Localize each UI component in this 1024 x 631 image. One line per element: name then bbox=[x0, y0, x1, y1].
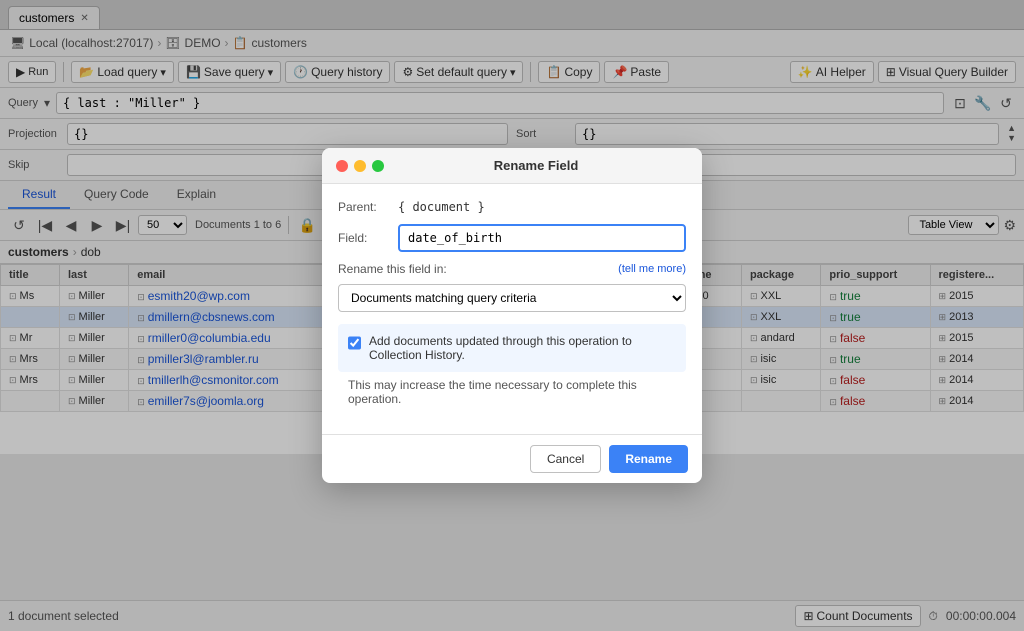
modal-titlebar: Rename Field bbox=[322, 148, 702, 184]
rename-dropdown-row: Documents matching query criteria All do… bbox=[338, 284, 686, 312]
field-row: Field: bbox=[338, 224, 686, 252]
modal-body: Parent: { document } Field: Rename this … bbox=[322, 184, 702, 434]
rename-in-dropdown[interactable]: Documents matching query criteria All do… bbox=[338, 284, 686, 312]
cancel-button[interactable]: Cancel bbox=[530, 445, 601, 473]
modal-overlay: Rename Field Parent: { document } Field:… bbox=[0, 0, 1024, 631]
rename-in-label: Rename this field in: bbox=[338, 262, 618, 276]
modal-close-dot[interactable] bbox=[336, 160, 348, 172]
modal-subtext: This may increase the time necessary to … bbox=[338, 378, 686, 418]
collection-history-row: Add documents updated through this opera… bbox=[338, 324, 686, 372]
field-label: Field: bbox=[338, 231, 398, 245]
collection-history-checkbox[interactable] bbox=[348, 336, 361, 350]
modal-footer: Cancel Rename bbox=[322, 434, 702, 483]
modal-title: Rename Field bbox=[384, 158, 688, 173]
modal-window-controls bbox=[336, 160, 384, 172]
modal-minimize-dot[interactable] bbox=[354, 160, 366, 172]
parent-row: Parent: { document } bbox=[338, 200, 686, 214]
rename-field-modal: Rename Field Parent: { document } Field:… bbox=[322, 148, 702, 483]
rename-in-row: Rename this field in: (tell me more) bbox=[338, 262, 686, 276]
parent-label: Parent: bbox=[338, 200, 398, 214]
field-input[interactable] bbox=[398, 224, 686, 252]
collection-history-text: Add documents updated through this opera… bbox=[369, 334, 676, 362]
parent-value: { document } bbox=[398, 200, 485, 214]
modal-maximize-dot[interactable] bbox=[372, 160, 384, 172]
rename-button[interactable]: Rename bbox=[609, 445, 688, 473]
tell-me-more-link[interactable]: (tell me more) bbox=[618, 263, 686, 275]
